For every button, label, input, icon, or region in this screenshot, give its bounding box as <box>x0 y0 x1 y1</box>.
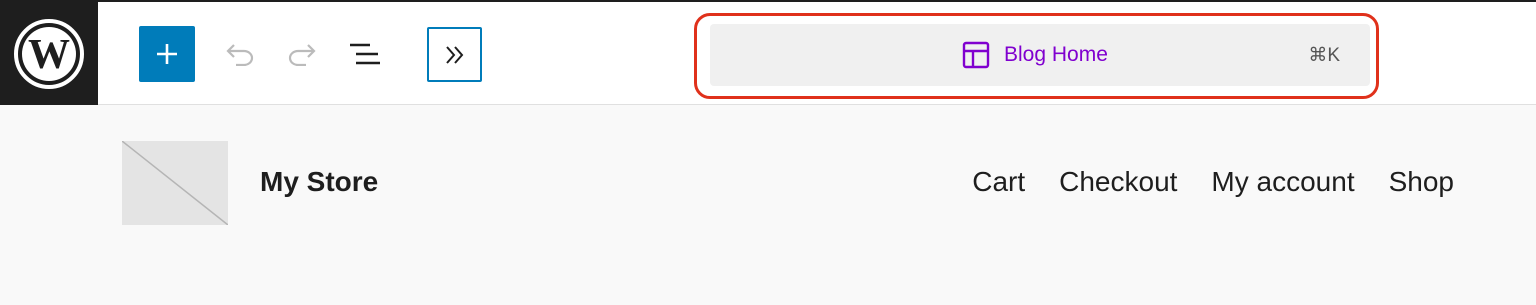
command-bar-shortcut: ⌘K <box>1308 44 1340 66</box>
redo-button[interactable] <box>274 26 330 82</box>
nav-item-cart[interactable]: Cart <box>972 166 1025 198</box>
redo-icon <box>288 44 316 66</box>
editor-toolbar: W Blog Home ⌘K <box>0 0 1536 105</box>
command-bar-title: Blog Home <box>1004 43 1108 66</box>
site-title[interactable]: My Store <box>260 166 378 198</box>
command-bar-title-group: Blog Home <box>962 24 1108 86</box>
nav-item-checkout[interactable]: Checkout <box>1059 166 1177 198</box>
nav-item-my-account[interactable]: My account <box>1211 166 1354 198</box>
command-palette-button[interactable]: Blog Home ⌘K <box>710 24 1370 86</box>
plus-icon <box>157 44 177 64</box>
nav-item-shop[interactable]: Shop <box>1389 166 1454 198</box>
undo-button[interactable] <box>212 26 268 82</box>
list-view-button[interactable] <box>337 26 393 82</box>
chevron-double-right-icon <box>445 45 463 64</box>
collapse-toolbar-button[interactable] <box>427 27 482 82</box>
list-view-icon <box>350 43 380 65</box>
wordpress-logo-icon[interactable]: W <box>0 2 98 105</box>
site-logo-placeholder[interactable] <box>122 141 228 225</box>
undo-icon <box>226 44 254 66</box>
layout-icon <box>962 41 990 69</box>
site-navigation: Cart Checkout My account Shop <box>972 166 1454 198</box>
add-block-button[interactable] <box>139 26 195 82</box>
svg-text:W: W <box>28 32 70 78</box>
